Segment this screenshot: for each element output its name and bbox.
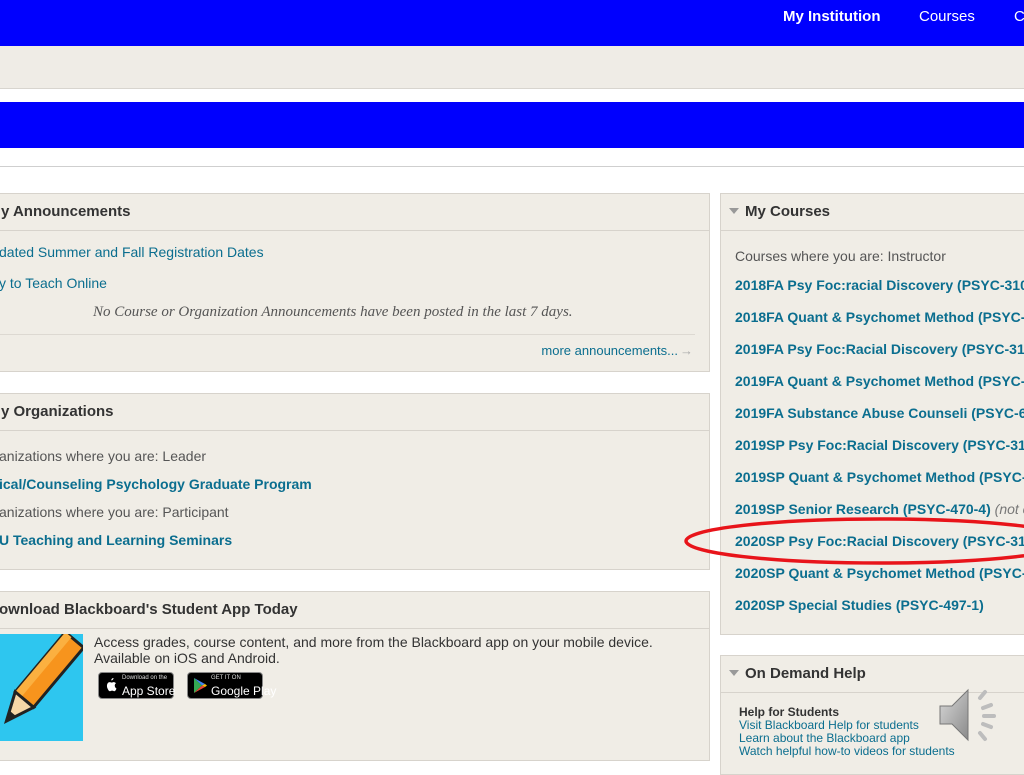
more-announcements-label: more announcements... bbox=[541, 343, 678, 358]
instructor-role-label: Courses where you are: Instructor bbox=[735, 248, 946, 264]
leader-role-label: anizations where you are: Leader bbox=[0, 448, 207, 464]
course-link[interactable]: 2019FA Psy Foc:Racial Discovery (PSYC-31… bbox=[735, 341, 1024, 357]
course-link[interactable]: 2020SP Special Studies (PSYC-497-1) bbox=[735, 597, 984, 613]
participant-role-label: anizations where you are: Participant bbox=[0, 504, 229, 520]
organizations-header[interactable]: y Organizations bbox=[0, 394, 709, 431]
help-link-blackboard-help[interactable]: Visit Blackboard Help for students bbox=[739, 718, 919, 732]
announcements-module: y Announcements dated Summer and Fall Re… bbox=[0, 193, 710, 372]
student-app-title: ownload Blackboard's Student App Today bbox=[0, 601, 298, 618]
google-play-small-text: GET IT ON bbox=[211, 675, 241, 681]
app-store-label: App Store bbox=[122, 684, 176, 698]
on-demand-help-title: On Demand Help bbox=[745, 665, 866, 682]
help-link-how-to-videos[interactable]: Watch helpful how-to videos for students bbox=[739, 744, 955, 758]
course-link[interactable]: 2020SP Quant & Psychomet Method (PSYC-3 bbox=[735, 565, 1024, 581]
course-link[interactable]: 2019SP Psy Foc:Racial Discovery (PSYC-31… bbox=[735, 437, 1024, 453]
student-app-description: Access grades, course content, and more … bbox=[94, 634, 653, 666]
institution-banner bbox=[0, 102, 1024, 148]
announcement-link-registration[interactable]: dated Summer and Fall Registration Dates bbox=[0, 244, 264, 260]
course-link[interactable]: 2019FA Quant & Psychomet Method (PSYC-3 bbox=[735, 373, 1024, 389]
course-link[interactable]: 2018FA Psy Foc:racial Discovery (PSYC-31… bbox=[735, 277, 1024, 293]
my-courses-module: My Courses Courses where you are: Instru… bbox=[720, 193, 1024, 635]
course-link[interactable]: 2019SP Quant & Psychomet Method (PSYC-3 bbox=[735, 469, 1024, 485]
apple-icon bbox=[105, 678, 117, 696]
student-app-module: ownload Blackboard's Student App Today A… bbox=[0, 591, 710, 761]
app-store-button[interactable]: Download on the App Store bbox=[98, 672, 176, 699]
announcements-header[interactable]: y Announcements bbox=[0, 194, 709, 231]
more-announcements-link[interactable]: more announcements... → bbox=[541, 343, 693, 358]
announcement-link-teach-online[interactable]: y to Teach Online bbox=[0, 275, 107, 291]
speaker-icon[interactable] bbox=[936, 682, 1008, 748]
divider bbox=[0, 166, 1024, 167]
student-app-header[interactable]: ownload Blackboard's Student App Today bbox=[0, 592, 709, 629]
top-navigation-bar: My Institution Courses C bbox=[0, 0, 1024, 46]
app-store-small-text: Download on the bbox=[122, 675, 168, 681]
course-status-note: (not c bbox=[994, 501, 1024, 517]
my-courses-header[interactable]: My Courses bbox=[721, 194, 1024, 231]
arrow-right-icon: → bbox=[680, 343, 693, 358]
tab-courses[interactable]: Courses bbox=[919, 8, 975, 25]
course-link-highlighted[interactable]: 2020SP Psy Foc:Racial Discovery (PSYC-31… bbox=[735, 533, 1024, 549]
no-announcements-message: No Course or Organization Announcements … bbox=[93, 304, 573, 320]
collapse-triangle-icon[interactable] bbox=[729, 670, 739, 677]
organizations-module: y Organizations anizations where you are… bbox=[0, 393, 710, 570]
course-link[interactable]: 2019SP Senior Research (PSYC-470-4) bbox=[735, 501, 991, 517]
divider bbox=[0, 334, 695, 335]
course-row-senior-research: 2019SP Senior Research (PSYC-470-4) (not… bbox=[735, 501, 1024, 517]
announcements-title: y Announcements bbox=[1, 203, 131, 220]
help-body: Help for Students Visit Blackboard Help … bbox=[739, 706, 955, 758]
sub-navigation-strip bbox=[0, 46, 1024, 89]
pencil-illustration bbox=[0, 634, 83, 741]
google-play-button[interactable]: GET IT ON Google Play bbox=[187, 672, 276, 699]
google-play-icon bbox=[194, 678, 207, 696]
google-play-label: Google Play bbox=[211, 684, 277, 698]
tab-community[interactable]: C bbox=[1014, 8, 1024, 25]
org-link-teaching-seminars[interactable]: U Teaching and Learning Seminars bbox=[0, 532, 232, 548]
my-courses-title: My Courses bbox=[745, 203, 831, 220]
course-link[interactable]: 2019FA Substance Abuse Counseli (PSYC-64 bbox=[735, 405, 1024, 421]
course-link[interactable]: 2018FA Quant & Psychomet Method (PSYC-3 bbox=[735, 309, 1024, 325]
help-link-blackboard-app[interactable]: Learn about the Blackboard app bbox=[739, 731, 910, 745]
tab-my-institution[interactable]: My Institution bbox=[783, 8, 881, 25]
organizations-title: y Organizations bbox=[1, 403, 114, 420]
collapse-triangle-icon[interactable] bbox=[729, 208, 739, 215]
org-link-graduate-program[interactable]: ical/Counseling Psychology Graduate Prog… bbox=[0, 476, 312, 492]
